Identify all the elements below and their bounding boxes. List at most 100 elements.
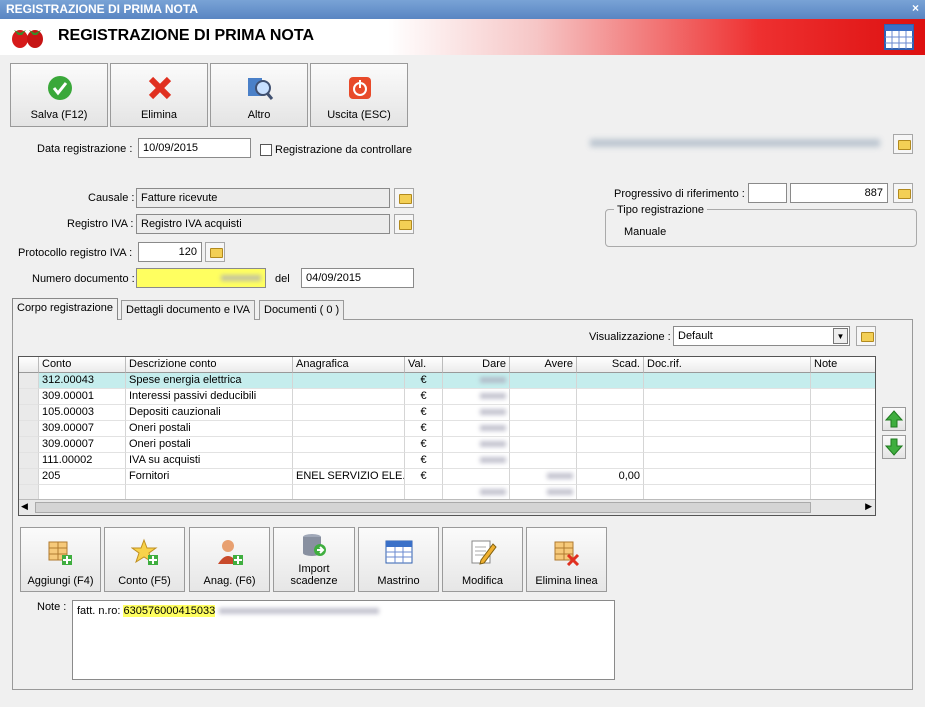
col-note[interactable]: Note [811, 357, 875, 373]
cell-anagrafica[interactable] [293, 373, 405, 389]
import-scadenze-button[interactable]: Import scadenze [273, 527, 355, 592]
cell-avere[interactable] [510, 405, 577, 421]
col-dare[interactable]: Dare [443, 357, 510, 373]
cell-avere[interactable] [510, 421, 577, 437]
cell-anagrafica[interactable] [293, 405, 405, 421]
move-up-button[interactable] [882, 407, 906, 431]
cell-scad[interactable] [577, 421, 644, 437]
cell-note[interactable] [811, 373, 875, 389]
progressivo-prefix-field[interactable] [748, 183, 787, 203]
cell-scad[interactable] [577, 373, 644, 389]
tab-documenti[interactable]: Documenti ( 0 ) [259, 300, 345, 320]
table-row[interactable]: 309.00001 Interessi passivi deducibili € [19, 389, 875, 405]
aggiungi-button[interactable]: Aggiungi (F4) [20, 527, 101, 592]
cell-docrif[interactable] [644, 437, 811, 453]
cell-dare[interactable] [443, 453, 510, 469]
cell-anagrafica[interactable] [293, 389, 405, 405]
horizontal-scrollbar[interactable]: ◀ ▶ [19, 499, 875, 515]
col-scad[interactable]: Scad. [577, 357, 644, 373]
cell-val[interactable]: € [405, 437, 443, 453]
delete-button[interactable]: Elimina [110, 63, 208, 127]
cell-conto[interactable]: 105.00003 [39, 405, 126, 421]
protocollo-folder-icon[interactable] [205, 242, 225, 262]
calendar-icon[interactable] [884, 24, 914, 50]
numero-documento-field[interactable] [136, 268, 266, 288]
progressivo-field[interactable]: 887 [790, 183, 888, 203]
data-registrazione-field[interactable]: 10/09/2015 [138, 138, 251, 158]
protocollo-field[interactable]: 120 [138, 242, 202, 262]
conto-button[interactable]: Conto (F5) [104, 527, 185, 592]
chevron-down-icon[interactable]: ▼ [833, 328, 848, 344]
cell-scad[interactable] [577, 405, 644, 421]
cell-val[interactable]: € [405, 469, 443, 485]
cell-dare[interactable] [443, 405, 510, 421]
cell-conto[interactable]: 205 [39, 469, 126, 485]
tab-corpo-registrazione[interactable]: Corpo registrazione [12, 298, 118, 320]
modifica-button[interactable]: Modifica [442, 527, 523, 592]
cell-descrizione[interactable]: Fornitori [126, 469, 293, 485]
cell-avere[interactable] [510, 453, 577, 469]
move-down-button[interactable] [882, 435, 906, 459]
cell-docrif[interactable] [644, 405, 811, 421]
save-button[interactable]: Salva (F12) [10, 63, 108, 127]
cell-val[interactable]: € [405, 373, 443, 389]
registro-iva-field[interactable]: Registro IVA acquisti [136, 214, 390, 234]
cell-descrizione[interactable]: Oneri postali [126, 421, 293, 437]
cell-anagrafica[interactable] [293, 421, 405, 437]
cell-anagrafica[interactable] [293, 453, 405, 469]
cell-docrif[interactable] [644, 469, 811, 485]
table-row[interactable]: 309.00007 Oneri postali € [19, 421, 875, 437]
cell-conto[interactable]: 111.00002 [39, 453, 126, 469]
col-val[interactable]: Val. [405, 357, 443, 373]
cell-descrizione[interactable]: IVA su acquisti [126, 453, 293, 469]
cell-conto[interactable]: 312.00043 [39, 373, 126, 389]
registro-folder-icon[interactable] [394, 214, 414, 234]
cell-dare[interactable] [443, 389, 510, 405]
cell-docrif[interactable] [644, 421, 811, 437]
scroll-right-icon[interactable]: ▶ [865, 501, 872, 512]
del-date-field[interactable]: 04/09/2015 [301, 268, 414, 288]
cell-descrizione[interactable]: Depositi cauzionali [126, 405, 293, 421]
cell-note[interactable] [811, 453, 875, 469]
cell-val[interactable]: € [405, 405, 443, 421]
cell-descrizione[interactable]: Oneri postali [126, 437, 293, 453]
causale-folder-icon[interactable] [394, 188, 414, 208]
cell-dare[interactable] [443, 469, 510, 485]
registrazione-da-controllare-checkbox[interactable] [260, 144, 272, 156]
cell-docrif[interactable] [644, 373, 811, 389]
mastrino-button[interactable]: Mastrino [358, 527, 439, 592]
elimina-linea-button[interactable]: Elimina linea [526, 527, 607, 592]
cell-dare[interactable] [443, 421, 510, 437]
visualizzazione-select[interactable]: Default ▼ [673, 326, 850, 346]
cell-conto[interactable]: 309.00001 [39, 389, 126, 405]
cell-avere[interactable] [510, 469, 577, 485]
cell-avere[interactable] [510, 437, 577, 453]
cell-avere[interactable] [510, 373, 577, 389]
col-conto[interactable]: Conto [39, 357, 126, 373]
table-row[interactable]: 309.00007 Oneri postali € [19, 437, 875, 453]
cell-descrizione[interactable]: Interessi passivi deducibili [126, 389, 293, 405]
visualizzazione-folder-icon[interactable] [856, 326, 876, 346]
cell-scad[interactable]: 0,00 [577, 469, 644, 485]
col-anagrafica[interactable]: Anagrafica [293, 357, 405, 373]
anag-button[interactable]: Anag. (F6) [189, 527, 270, 592]
cell-docrif[interactable] [644, 453, 811, 469]
close-icon[interactable]: × [912, 1, 919, 15]
cell-docrif[interactable] [644, 389, 811, 405]
cell-anagrafica[interactable]: ENEL SERVIZIO ELE... [293, 469, 405, 485]
col-docrif[interactable]: Doc.rif. [644, 357, 811, 373]
col-descrizione[interactable]: Descrizione conto [126, 357, 293, 373]
registration-grid[interactable]: Conto Descrizione conto Anagrafica Val. … [18, 356, 876, 516]
cell-dare[interactable] [443, 373, 510, 389]
cell-avere[interactable] [510, 389, 577, 405]
cell-val[interactable]: € [405, 453, 443, 469]
cell-val[interactable]: € [405, 421, 443, 437]
other-button[interactable]: Altro [210, 63, 308, 127]
cell-scad[interactable] [577, 389, 644, 405]
cell-note[interactable] [811, 389, 875, 405]
folder-icon[interactable] [893, 134, 913, 154]
scrollbar-thumb[interactable] [35, 502, 811, 513]
cell-conto[interactable]: 309.00007 [39, 421, 126, 437]
cell-note[interactable] [811, 421, 875, 437]
table-row[interactable]: 205 Fornitori ENEL SERVIZIO ELE... €0,00 [19, 469, 875, 485]
